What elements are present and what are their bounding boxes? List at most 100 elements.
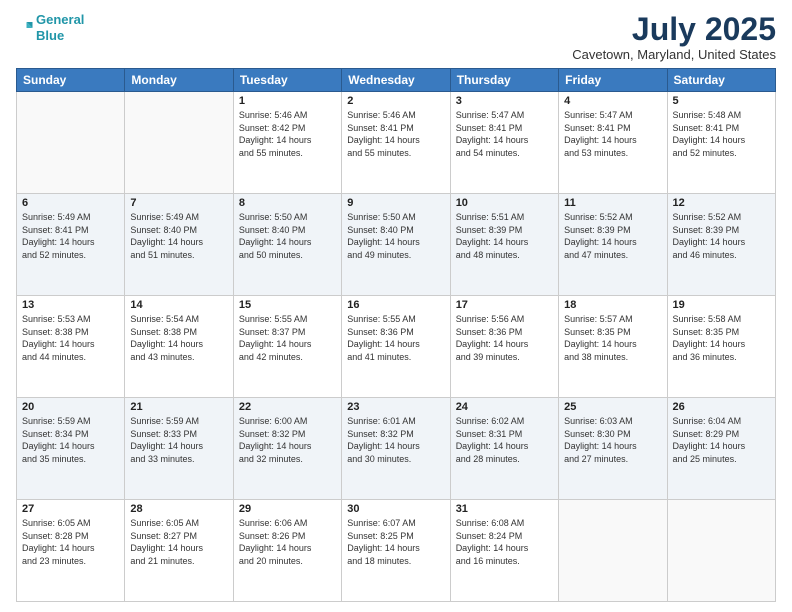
day-info: Daylight: 14 hours <box>673 440 770 453</box>
col-friday: Friday <box>559 69 667 92</box>
day-number: 24 <box>456 401 553 413</box>
calendar-cell: 10Sunrise: 5:51 AMSunset: 8:39 PMDayligh… <box>450 194 558 296</box>
day-info: and 25 minutes. <box>673 453 770 466</box>
day-number: 30 <box>347 503 444 515</box>
day-info: and 16 minutes. <box>456 555 553 568</box>
day-info: and 47 minutes. <box>564 249 661 262</box>
day-info: Sunrise: 5:46 AM <box>347 109 444 122</box>
day-info: Sunrise: 5:55 AM <box>347 313 444 326</box>
day-number: 26 <box>673 401 770 413</box>
day-info: and 42 minutes. <box>239 351 336 364</box>
day-info: Daylight: 14 hours <box>564 440 661 453</box>
day-info: Sunset: 8:34 PM <box>22 428 119 441</box>
day-info: Daylight: 14 hours <box>564 338 661 351</box>
day-info: and 43 minutes. <box>130 351 227 364</box>
header: General Blue July 2025 Cavetown, Marylan… <box>16 12 776 62</box>
day-info: and 28 minutes. <box>456 453 553 466</box>
logo-line2: Blue <box>36 28 64 43</box>
day-info: Sunrise: 5:59 AM <box>22 415 119 428</box>
day-number: 19 <box>673 299 770 311</box>
day-number: 29 <box>239 503 336 515</box>
day-info: Sunset: 8:41 PM <box>673 122 770 135</box>
day-info: Daylight: 14 hours <box>564 236 661 249</box>
day-info: Sunrise: 5:58 AM <box>673 313 770 326</box>
day-info: Sunset: 8:30 PM <box>564 428 661 441</box>
day-info: Sunset: 8:24 PM <box>456 530 553 543</box>
calendar-week-5: 27Sunrise: 6:05 AMSunset: 8:28 PMDayligh… <box>17 500 776 602</box>
day-number: 9 <box>347 197 444 209</box>
day-info: and 36 minutes. <box>673 351 770 364</box>
calendar-cell: 26Sunrise: 6:04 AMSunset: 8:29 PMDayligh… <box>667 398 775 500</box>
day-info: Daylight: 14 hours <box>456 236 553 249</box>
day-info: and 55 minutes. <box>239 147 336 160</box>
day-number: 16 <box>347 299 444 311</box>
day-info: and 52 minutes. <box>22 249 119 262</box>
day-number: 1 <box>239 95 336 107</box>
day-info: Sunrise: 5:51 AM <box>456 211 553 224</box>
day-info: Daylight: 14 hours <box>130 440 227 453</box>
day-info: Sunset: 8:25 PM <box>347 530 444 543</box>
day-info: Sunrise: 6:00 AM <box>239 415 336 428</box>
day-number: 10 <box>456 197 553 209</box>
day-info: Sunset: 8:26 PM <box>239 530 336 543</box>
day-info: and 35 minutes. <box>22 453 119 466</box>
day-info: Daylight: 14 hours <box>239 440 336 453</box>
day-info: Daylight: 14 hours <box>239 542 336 555</box>
day-info: Daylight: 14 hours <box>347 542 444 555</box>
day-info: and 50 minutes. <box>239 249 336 262</box>
day-number: 7 <box>130 197 227 209</box>
day-info: Daylight: 14 hours <box>130 338 227 351</box>
calendar-week-2: 6Sunrise: 5:49 AMSunset: 8:41 PMDaylight… <box>17 194 776 296</box>
day-info: and 52 minutes. <box>673 147 770 160</box>
calendar-cell: 18Sunrise: 5:57 AMSunset: 8:35 PMDayligh… <box>559 296 667 398</box>
day-info: and 21 minutes. <box>130 555 227 568</box>
day-number: 21 <box>130 401 227 413</box>
day-info: Sunset: 8:42 PM <box>239 122 336 135</box>
calendar-cell: 23Sunrise: 6:01 AMSunset: 8:32 PMDayligh… <box>342 398 450 500</box>
day-info: Sunrise: 5:49 AM <box>22 211 119 224</box>
day-info: Sunset: 8:28 PM <box>22 530 119 543</box>
calendar-cell: 12Sunrise: 5:52 AMSunset: 8:39 PMDayligh… <box>667 194 775 296</box>
calendar-week-1: 1 Sunrise: 5:46 AM Sunset: 8:42 PM Daylight… <box>17 92 776 194</box>
day-info: Sunrise: 6:05 AM <box>22 517 119 530</box>
calendar-table: Sunday Monday Tuesday Wednesday Thursday… <box>16 68 776 602</box>
day-info: Sunset: 8:40 PM <box>130 224 227 237</box>
day-info: Sunset: 8:35 PM <box>673 326 770 339</box>
day-info: Sunrise: 6:04 AM <box>673 415 770 428</box>
day-info: Sunrise: 5:53 AM <box>22 313 119 326</box>
day-info: Sunrise: 6:06 AM <box>239 517 336 530</box>
col-saturday: Saturday <box>667 69 775 92</box>
calendar-cell: 25Sunrise: 6:03 AMSunset: 8:30 PMDayligh… <box>559 398 667 500</box>
calendar-cell: 2Sunrise: 5:46 AMSunset: 8:41 PMDaylight… <box>342 92 450 194</box>
day-number: 22 <box>239 401 336 413</box>
day-info: Sunrise: 6:05 AM <box>130 517 227 530</box>
calendar-cell <box>17 92 125 194</box>
day-info: and 54 minutes. <box>456 147 553 160</box>
main-title: July 2025 <box>572 12 776 47</box>
day-number: 13 <box>22 299 119 311</box>
calendar-cell: 1Sunrise: 5:46 AMSunset: 8:42 PMDaylight… <box>233 92 341 194</box>
calendar-cell: 28Sunrise: 6:05 AMSunset: 8:27 PMDayligh… <box>125 500 233 602</box>
calendar-cell: 21Sunrise: 5:59 AMSunset: 8:33 PMDayligh… <box>125 398 233 500</box>
day-info: Sunrise: 6:07 AM <box>347 517 444 530</box>
col-thursday: Thursday <box>450 69 558 92</box>
col-wednesday: Wednesday <box>342 69 450 92</box>
day-number: 2 <box>347 95 444 107</box>
day-info: and 49 minutes. <box>347 249 444 262</box>
day-info: and 44 minutes. <box>22 351 119 364</box>
page: General Blue July 2025 Cavetown, Marylan… <box>0 0 792 612</box>
day-info: Daylight: 14 hours <box>22 440 119 453</box>
day-info: Daylight: 14 hours <box>347 440 444 453</box>
day-info: Sunset: 8:39 PM <box>564 224 661 237</box>
subtitle: Cavetown, Maryland, United States <box>572 47 776 62</box>
day-info: Sunrise: 6:02 AM <box>456 415 553 428</box>
day-info: Sunrise: 5:52 AM <box>673 211 770 224</box>
day-info: Daylight: 14 hours <box>130 236 227 249</box>
day-info: Daylight: 14 hours <box>564 134 661 147</box>
day-info: and 46 minutes. <box>673 249 770 262</box>
calendar-cell: 11Sunrise: 5:52 AMSunset: 8:39 PMDayligh… <box>559 194 667 296</box>
day-number: 25 <box>564 401 661 413</box>
day-info: and 18 minutes. <box>347 555 444 568</box>
day-number: 28 <box>130 503 227 515</box>
day-info: Sunrise: 5:52 AM <box>564 211 661 224</box>
